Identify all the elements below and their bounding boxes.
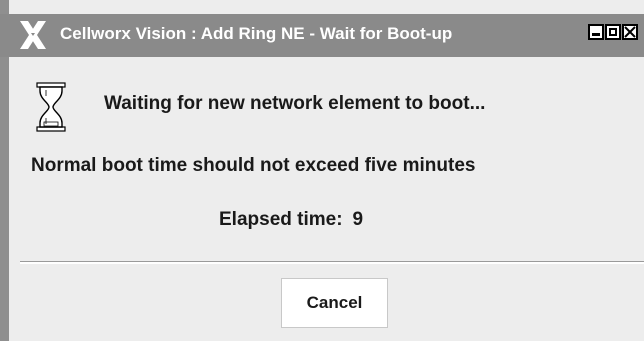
x-logo-icon [18, 19, 48, 51]
hourglass-icon [36, 82, 66, 132]
elapsed-time-value: 9 [352, 209, 364, 230]
waiting-message: Waiting for new network element to boot.… [104, 93, 486, 114]
title-bar[interactable]: Cellworx Vision : Add Ring NE - Wait for… [0, 14, 644, 57]
minimize-icon[interactable] [588, 24, 604, 40]
close-icon[interactable] [622, 24, 638, 40]
cancel-button[interactable]: Cancel [281, 278, 388, 328]
maximize-icon[interactable] [605, 24, 621, 40]
wait-dialog: Cellworx Vision : Add Ring NE - Wait for… [0, 0, 644, 341]
boot-time-info: Normal boot time should not exceed five … [31, 155, 476, 176]
separator [20, 261, 644, 264]
window-title: Cellworx Vision : Add Ring NE - Wait for… [60, 24, 453, 43]
elapsed-time: Elapsed time: 9 [219, 209, 363, 231]
window-controls [587, 24, 638, 40]
elapsed-time-label: Elapsed time: [219, 209, 343, 230]
